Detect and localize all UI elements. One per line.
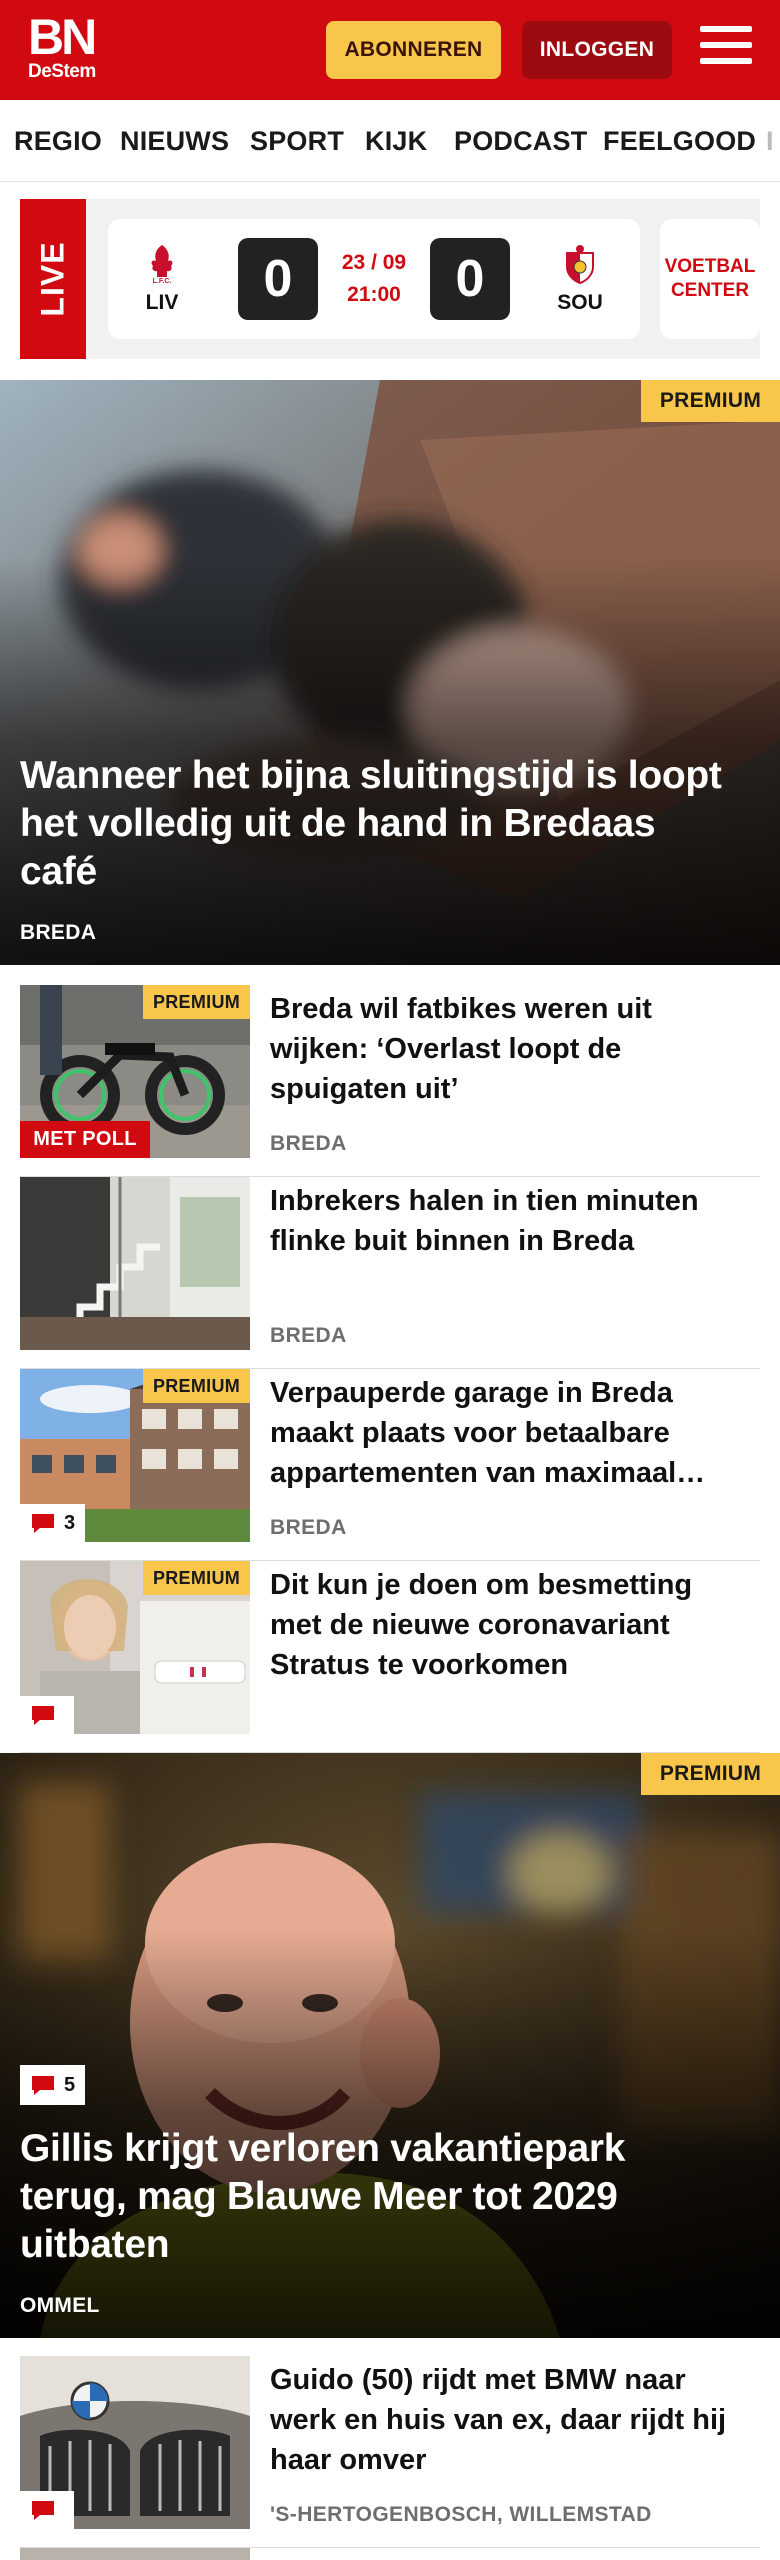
home-score: 0 bbox=[238, 238, 318, 320]
away-score: 0 bbox=[430, 238, 510, 320]
nav-item-regio[interactable]: REGIO bbox=[14, 126, 102, 157]
article-title: Breda wil fatbikes weren uit wijken: ‘Ov… bbox=[270, 993, 652, 1105]
list-item[interactable]: Inbrekers halen in tien minuten flinke b… bbox=[20, 1177, 760, 1369]
list-item[interactable]: PREMIUM 3 Verpauperde garage in Breda ma… bbox=[20, 1369, 760, 1561]
match-time: 21:00 bbox=[347, 283, 401, 306]
article-thumbnail: PREMIUM 3 bbox=[20, 1369, 250, 1542]
article-title: Verpauperde garage in Breda maakt plaats… bbox=[270, 1377, 706, 1489]
site-logo[interactable]: BN DeStem bbox=[28, 9, 97, 82]
premium-badge: PREMIUM bbox=[641, 380, 780, 422]
subscribe-button[interactable]: ABONNEREN bbox=[326, 21, 501, 79]
login-button[interactable]: INLOGGEN bbox=[522, 21, 672, 79]
svg-text:L.F.C.: L.F.C. bbox=[153, 278, 172, 285]
live-tag: LIVE bbox=[20, 199, 86, 359]
match-card[interactable]: L.F.C. LIV 0 23 / 09 21:00 0 SOU bbox=[108, 219, 640, 339]
comment-icon bbox=[32, 2076, 54, 2095]
hero-article-title: Gillis krijgt verloren vakantiepark teru… bbox=[20, 2127, 626, 2266]
menu-line bbox=[700, 42, 752, 48]
comment-count-badge[interactable] bbox=[20, 2491, 74, 2529]
list-item[interactable]: Guido (50) rijdt met BMW naar werk en hu… bbox=[20, 2356, 760, 2548]
live-label: LIVE bbox=[34, 241, 71, 317]
article-thumbnail: PREMIUM bbox=[20, 1561, 250, 1734]
hero-article-location: BREDA bbox=[20, 921, 97, 944]
menu-line bbox=[700, 58, 752, 64]
comment-count: 5 bbox=[64, 2073, 76, 2096]
live-score-widget: LIVE L.F.C. LIV 0 23 / 09 21:00 0 SOU VO… bbox=[20, 199, 760, 359]
southampton-crest-icon bbox=[566, 245, 594, 285]
hero-article[interactable]: PREMIUM Wanneer het bijna sluitingstijd … bbox=[0, 380, 780, 965]
logo-main: BN bbox=[28, 9, 97, 65]
stairs-image bbox=[20, 1177, 250, 1350]
section-nav: REGIO NIEUWS SPORT KIJK PODCAST FEELGOOD… bbox=[0, 100, 780, 182]
nav-item-sport[interactable]: SPORT bbox=[250, 126, 344, 157]
menu-line bbox=[700, 26, 752, 32]
hero-article[interactable]: PREMIUM 5 Gillis krijgt verloren vakanti… bbox=[0, 1753, 780, 2338]
premium-badge: PREMIUM bbox=[143, 985, 250, 1019]
article-location: 'S-HERTOGENBOSCH, WILLEMSTAD bbox=[270, 2503, 652, 2526]
comment-count: 3 bbox=[64, 1511, 76, 1534]
comment-count-badge[interactable] bbox=[20, 1696, 74, 1734]
nav-item-feelgood[interactable]: FEELGOOD bbox=[603, 126, 756, 157]
article-thumbnail bbox=[20, 1177, 250, 1350]
away-team: SOU bbox=[540, 241, 620, 315]
comment-icon bbox=[32, 2501, 54, 2520]
comment-count-badge[interactable]: 5 bbox=[20, 2065, 86, 2105]
article-location: BREDA bbox=[270, 1324, 347, 1347]
away-team-name: SOU bbox=[557, 291, 603, 314]
hero-article-location: OMMEL bbox=[20, 2294, 100, 2317]
match-date: 23 / 09 bbox=[341, 251, 407, 274]
article-title: Dit kun je doen om besmetting met de nie… bbox=[270, 1569, 693, 1681]
comment-icon bbox=[32, 1706, 54, 1725]
next-article-thumbnail[interactable] bbox=[20, 2548, 250, 2560]
hero-article-title: Wanneer het bijna sluitingstijd is loopt… bbox=[20, 754, 722, 893]
article-thumbnail bbox=[20, 2356, 250, 2529]
home-team: L.F.C. LIV bbox=[122, 241, 202, 315]
nav-item-podcast[interactable]: PODCAST bbox=[454, 126, 587, 157]
article-location: BREDA bbox=[270, 1132, 347, 1155]
voetbal-center-button[interactable]: VOETBAL CENTER bbox=[660, 219, 760, 339]
nav-item-kijk[interactable]: KIJK bbox=[365, 126, 427, 157]
poll-badge: MET POLL bbox=[20, 1121, 150, 1158]
comment-icon bbox=[32, 1514, 54, 1533]
article-title: Guido (50) rijdt met BMW naar werk en hu… bbox=[270, 2364, 727, 2476]
list-item[interactable]: PREMIUM Dit kun je doen om besmetting me… bbox=[20, 1561, 760, 1753]
hamburger-menu-icon[interactable] bbox=[700, 26, 752, 72]
liverpool-crest-icon: L.F.C. bbox=[151, 245, 173, 285]
home-team-name: LIV bbox=[145, 291, 179, 314]
match-datetime: 23 / 09 21:00 bbox=[326, 247, 422, 311]
top-bar: BN DeStem ABONNEREN INLOGGEN bbox=[0, 0, 780, 100]
article-location: BREDA bbox=[270, 1516, 347, 1539]
premium-badge: PREMIUM bbox=[143, 1561, 250, 1595]
article-title: Inbrekers halen in tien minuten flinke b… bbox=[270, 1185, 699, 1257]
list-item[interactable]: PREMIUM MET POLL Breda wil fatbikes were… bbox=[20, 985, 760, 1177]
premium-badge: PREMIUM bbox=[143, 1369, 250, 1403]
logo-sub: DeStem bbox=[28, 61, 96, 82]
comment-count-badge[interactable]: 3 bbox=[20, 1504, 86, 1542]
article-thumbnail: PREMIUM MET POLL bbox=[20, 985, 250, 1158]
nav-item-overflow[interactable]: I bbox=[766, 126, 774, 157]
premium-badge: PREMIUM bbox=[641, 1753, 780, 1795]
nav-item-nieuws[interactable]: NIEUWS bbox=[120, 126, 229, 157]
